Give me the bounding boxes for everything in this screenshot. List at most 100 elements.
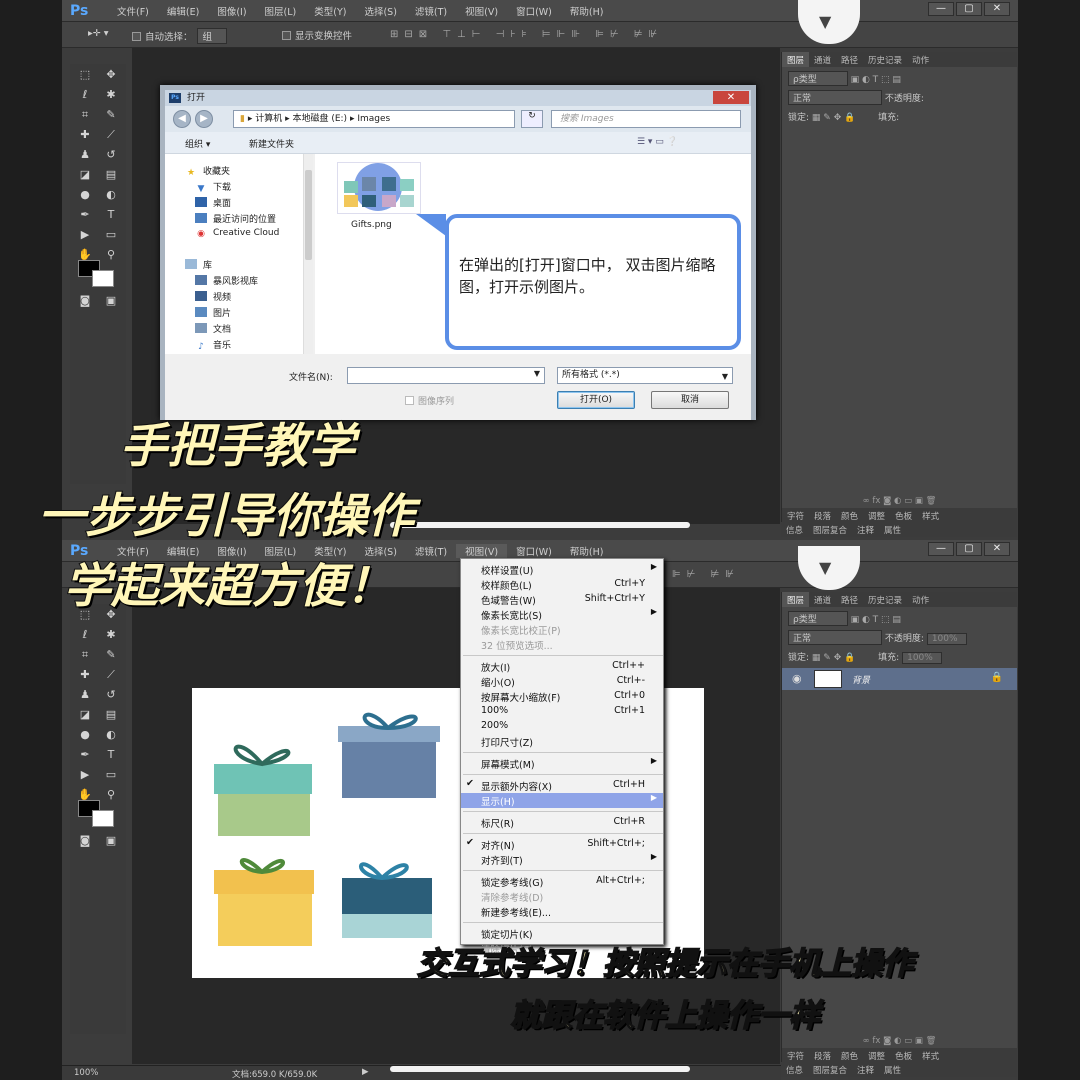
menu-select[interactable]: 选择(S) [355,4,405,18]
pen-tool-icon[interactable]: ✒ [74,206,96,224]
path-breadcrumb[interactable]: ▮ ▸ 计算机 ▸ 本地磁盘 (E:) ▸ Images [233,110,515,128]
nav-favorites[interactable]: ★ 收藏夹 [185,164,230,178]
lasso-tool-icon[interactable]: ℓ [74,626,96,644]
zoom-level[interactable]: 100% [74,1068,98,1078]
magic-wand-icon[interactable]: ✱ [100,86,122,104]
view-menu-item[interactable]: 锁定参考线(G) Alt+Ctrl+; [461,874,663,889]
view-menu-item[interactable]: 100% Ctrl+1 [461,704,663,719]
gradient-tool-icon[interactable]: ▤ [100,166,122,184]
tab-paragraph[interactable]: 段落 [809,508,836,523]
tab-properties[interactable]: 属性 [879,522,906,537]
healing-brush-icon[interactable]: ✚ [74,666,96,684]
view-menu-item[interactable]: 200% [461,719,663,734]
eyedropper-icon[interactable]: ✎ [100,646,122,664]
refresh-icon[interactable]: ↻ [521,110,543,128]
blend-mode-dropdown[interactable]: 正常 [788,90,883,105]
menu-image[interactable]: 图像(I) [208,4,255,18]
view-menu-item[interactable]: 显示(H) ▶ [461,793,663,808]
view-menu-item[interactable]: 缩小(O) Ctrl+- [461,674,663,689]
tab-swatches[interactable]: 色板 [890,508,917,523]
file-type-dropdown[interactable]: 所有格式 (*.*) ▼ [557,367,733,384]
quick-mask-icon[interactable]: ◙ [74,292,96,310]
layer-name[interactable]: 背景 [852,673,870,686]
tab-paths[interactable]: 路径 [836,52,863,67]
fill-input[interactable]: 100% [902,652,942,664]
eye-icon[interactable]: ◉ [792,672,802,685]
view-menu-item[interactable]: 色域警告(W) Shift+Ctrl+Y [461,592,663,607]
opacity-input[interactable]: 100% [926,633,967,645]
type-tool-icon[interactable]: T [100,206,122,224]
dodge-tool-icon[interactable]: ◐ [100,726,122,744]
blur-tool-icon[interactable]: ● [74,186,96,204]
view-options-icon[interactable]: ☰ ▾ ▭ ❔ [637,137,678,147]
path-drive[interactable]: 本地磁盘 (E:) [292,114,347,124]
menu-help[interactable]: 帮助(H) [561,544,613,558]
view-menu-item[interactable]: 按屏幕大小缩放(F) Ctrl+0 [461,689,663,704]
dialog-close-button[interactable]: ✕ [713,91,749,104]
maximize-button[interactable]: ▢ [956,542,982,556]
filter-icons[interactable]: ▣ ◐ T ⬚ ▤ [851,615,901,625]
tab-color[interactable]: 颜色 [836,1048,863,1063]
path-images[interactable]: Images [357,114,390,124]
nav-library[interactable]: 库 [185,258,212,271]
tab-styles[interactable]: 样式 [917,1048,944,1063]
healing-brush-icon[interactable]: ✚ [74,126,96,144]
back-button[interactable]: ◀ [173,110,191,128]
pen-tool-icon[interactable]: ✒ [74,746,96,764]
image-sequence-option[interactable]: 图像序列 [405,394,454,407]
layer-kind-filter[interactable]: ρ类型 [788,71,848,86]
tab-color[interactable]: 颜色 [836,508,863,523]
home-indicator-top[interactable] [390,522,690,528]
organize-button[interactable]: 组织 ▾ [185,137,210,150]
menu-layer[interactable]: 图层(L) [256,4,306,18]
eyedropper-icon[interactable]: ✎ [100,106,122,124]
tab-layers[interactable]: 图层 [782,592,810,607]
cancel-button[interactable]: 取消 [651,391,729,409]
nav-documents[interactable]: 文档 [195,322,231,335]
screen-mode-icon[interactable]: ▣ [100,292,122,310]
blur-tool-icon[interactable]: ● [74,726,96,744]
tab-character[interactable]: 字符 [782,1048,809,1063]
view-menu-item[interactable]: 锁定切片(K) [461,926,663,941]
move-tool-icon[interactable]: ✥ [100,66,122,84]
tab-notes[interactable]: 注释 [852,1062,879,1077]
lasso-tool-icon[interactable]: ℓ [74,86,96,104]
tab-paragraph[interactable]: 段落 [809,1048,836,1063]
view-menu-item[interactable]: 对齐到(T) ▶ [461,852,663,867]
view-menu-item[interactable]: 像素长宽比(S) ▶ [461,607,663,622]
shape-tool-icon[interactable]: ▭ [100,226,122,244]
shape-tool-icon[interactable]: ▭ [100,766,122,784]
background-color-swatch[interactable] [92,810,114,827]
tab-info[interactable]: 信息 [781,1062,808,1077]
layer-row-background[interactable]: ◉ 背景 🔒 [782,668,1017,690]
menu-type[interactable]: 类型(Y) [305,4,355,18]
nav-downloads[interactable]: ▼ 下载 [195,180,231,194]
crop-tool-icon[interactable]: ⌗ [74,106,96,124]
scroll-thumb[interactable] [305,170,312,260]
eraser-tool-icon[interactable]: ◪ [74,706,96,724]
maximize-button[interactable]: ▢ [956,2,982,16]
view-menu-item[interactable]: ✔ 显示额外内容(X) Ctrl+H [461,778,663,793]
tab-styles[interactable]: 样式 [917,508,944,523]
tab-layer-comps[interactable]: 图层复合 [808,1062,852,1077]
file-name-label[interactable]: Gifts.png [351,220,392,230]
nav-music[interactable]: ♪ 音乐 [195,338,231,352]
search-input[interactable]: 搜索 Images [551,110,741,128]
eraser-tool-icon[interactable]: ◪ [74,166,96,184]
history-brush-icon[interactable]: ↺ [100,686,122,704]
tab-history[interactable]: 历史记录 [863,52,907,67]
tab-character[interactable]: 字符 [782,508,809,523]
menu-view[interactable]: 视图(V) [456,4,507,18]
forward-button[interactable]: ▶ [195,110,213,128]
tab-info[interactable]: 信息 [781,522,808,537]
brush-tool-icon[interactable]: ⟋ [100,666,122,684]
marquee-tool-icon[interactable]: ⬚ [74,66,96,84]
menu-help[interactable]: 帮助(H) [561,4,613,18]
screen-mode-icon[interactable]: ▣ [100,832,122,850]
lock-icons[interactable]: ▦ ✎ ✥ 🔒 [812,653,855,663]
menu-edit[interactable]: 编辑(E) [158,4,208,18]
menu-file[interactable]: 文件(F) [108,4,158,18]
nav-pictures[interactable]: 图片 [195,306,231,319]
gradient-tool-icon[interactable]: ▤ [100,706,122,724]
tab-actions[interactable]: 动作 [907,592,934,607]
